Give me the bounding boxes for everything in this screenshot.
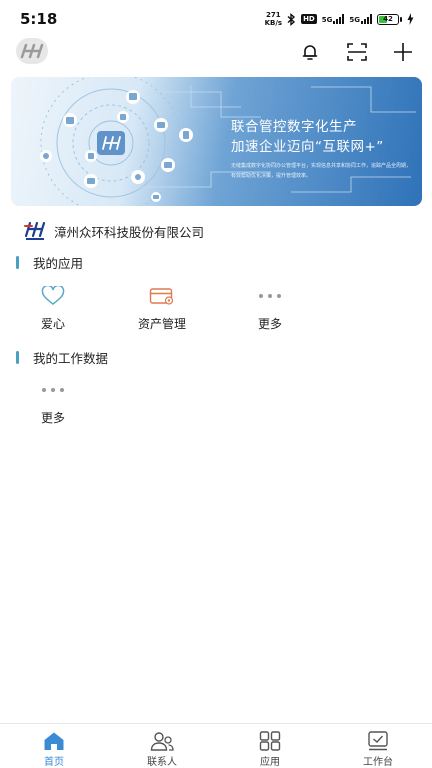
net-speed-unit: KB/s <box>264 19 283 27</box>
workbench-icon <box>366 731 390 751</box>
contacts-icon <box>150 731 174 751</box>
heart-icon <box>38 285 68 307</box>
battery-level: 42 <box>383 14 393 23</box>
scan-icon <box>347 43 367 61</box>
battery-icon: 42 <box>377 13 402 25</box>
section-accent-bar <box>16 255 19 269</box>
status-indicators: 271 KB/s HD 5G 5G 42 <box>265 11 414 27</box>
banner-title: 联合管控数字化生产 <box>231 119 357 135</box>
scan-button[interactable] <box>345 40 369 64</box>
tab-workbench[interactable]: 工作台 <box>324 724 432 768</box>
status-time: 5:18 <box>20 10 58 28</box>
add-button[interactable] <box>391 40 415 64</box>
tab-contacts[interactable]: 联系人 <box>108 724 216 768</box>
my-work-data-header: 我的工作数据 <box>16 349 109 366</box>
signal-label: 5G <box>349 16 360 24</box>
my-apps-header: 我的应用 <box>16 254 84 271</box>
promo-banner[interactable]: 联合管控数字化生产 加速企业迈向“互联网+” 无缝集成数字化协同办公管理平台，实… <box>11 77 422 206</box>
home-icon <box>42 731 66 751</box>
bell-icon <box>302 45 318 60</box>
signal-5g-2: 5G <box>349 14 372 24</box>
app-label: 更多 <box>40 411 65 425</box>
banner-description: 无缝集成数字化协同办公管理平台，实现信息共享和协同工作，追踪产品全周期，有效帮助… <box>231 163 412 179</box>
company-row[interactable]: 漳州众环科技股份有限公司 <box>24 220 204 242</box>
top-bar <box>0 38 432 68</box>
signal-bars-icon <box>361 14 372 24</box>
charging-icon <box>407 13 414 25</box>
hd-badge: HD <box>301 14 317 24</box>
signal-label: 5G <box>321 16 333 24</box>
nav-label: 联系人 <box>147 757 177 768</box>
nav-label: 应用 <box>260 757 280 768</box>
card-icon <box>147 285 177 307</box>
app-item-heart[interactable]: 爱心 <box>13 285 93 332</box>
app-item-asset-management[interactable]: 资产管理 <box>122 285 202 332</box>
plus-icon <box>394 43 412 61</box>
section-accent-bar <box>16 350 19 364</box>
section-title: 我的应用 <box>33 255 84 271</box>
section-title: 我的工作数据 <box>33 350 109 366</box>
bottom-nav: 首页 联系人 应用 工作台 <box>0 723 432 768</box>
nav-label: 首页 <box>44 757 64 768</box>
net-speed: 271 KB/s <box>265 11 282 27</box>
app-label: 爱心 <box>40 317 65 331</box>
signal-5g-1: 5G <box>322 14 345 24</box>
tab-apps[interactable]: 应用 <box>216 724 324 768</box>
brand-logo-icon <box>20 43 44 59</box>
app-label: 更多 <box>257 317 282 331</box>
more-dots-icon <box>255 285 285 307</box>
company-logo-icon <box>24 220 46 242</box>
nav-label: 工作台 <box>363 757 393 768</box>
work-data-item-more[interactable]: 更多 <box>13 379 93 426</box>
apps-grid-icon <box>258 731 282 751</box>
bluetooth-icon <box>287 12 296 26</box>
more-dots-icon <box>38 379 68 401</box>
avatar[interactable] <box>16 38 48 64</box>
net-speed-value: 271 <box>266 11 281 19</box>
app-label: 资产管理 <box>137 317 186 331</box>
signal-bars-icon <box>333 14 345 24</box>
banner-subtitle: 加速企业迈向“互联网+” <box>231 139 384 155</box>
status-bar: 5:18 271 KB/s HD 5G 5G 42 <box>0 0 432 38</box>
tab-home[interactable]: 首页 <box>0 724 108 768</box>
company-name: 漳州众环科技股份有限公司 <box>54 224 205 240</box>
notification-button[interactable] <box>298 40 322 64</box>
app-item-more[interactable]: 更多 <box>230 285 310 332</box>
